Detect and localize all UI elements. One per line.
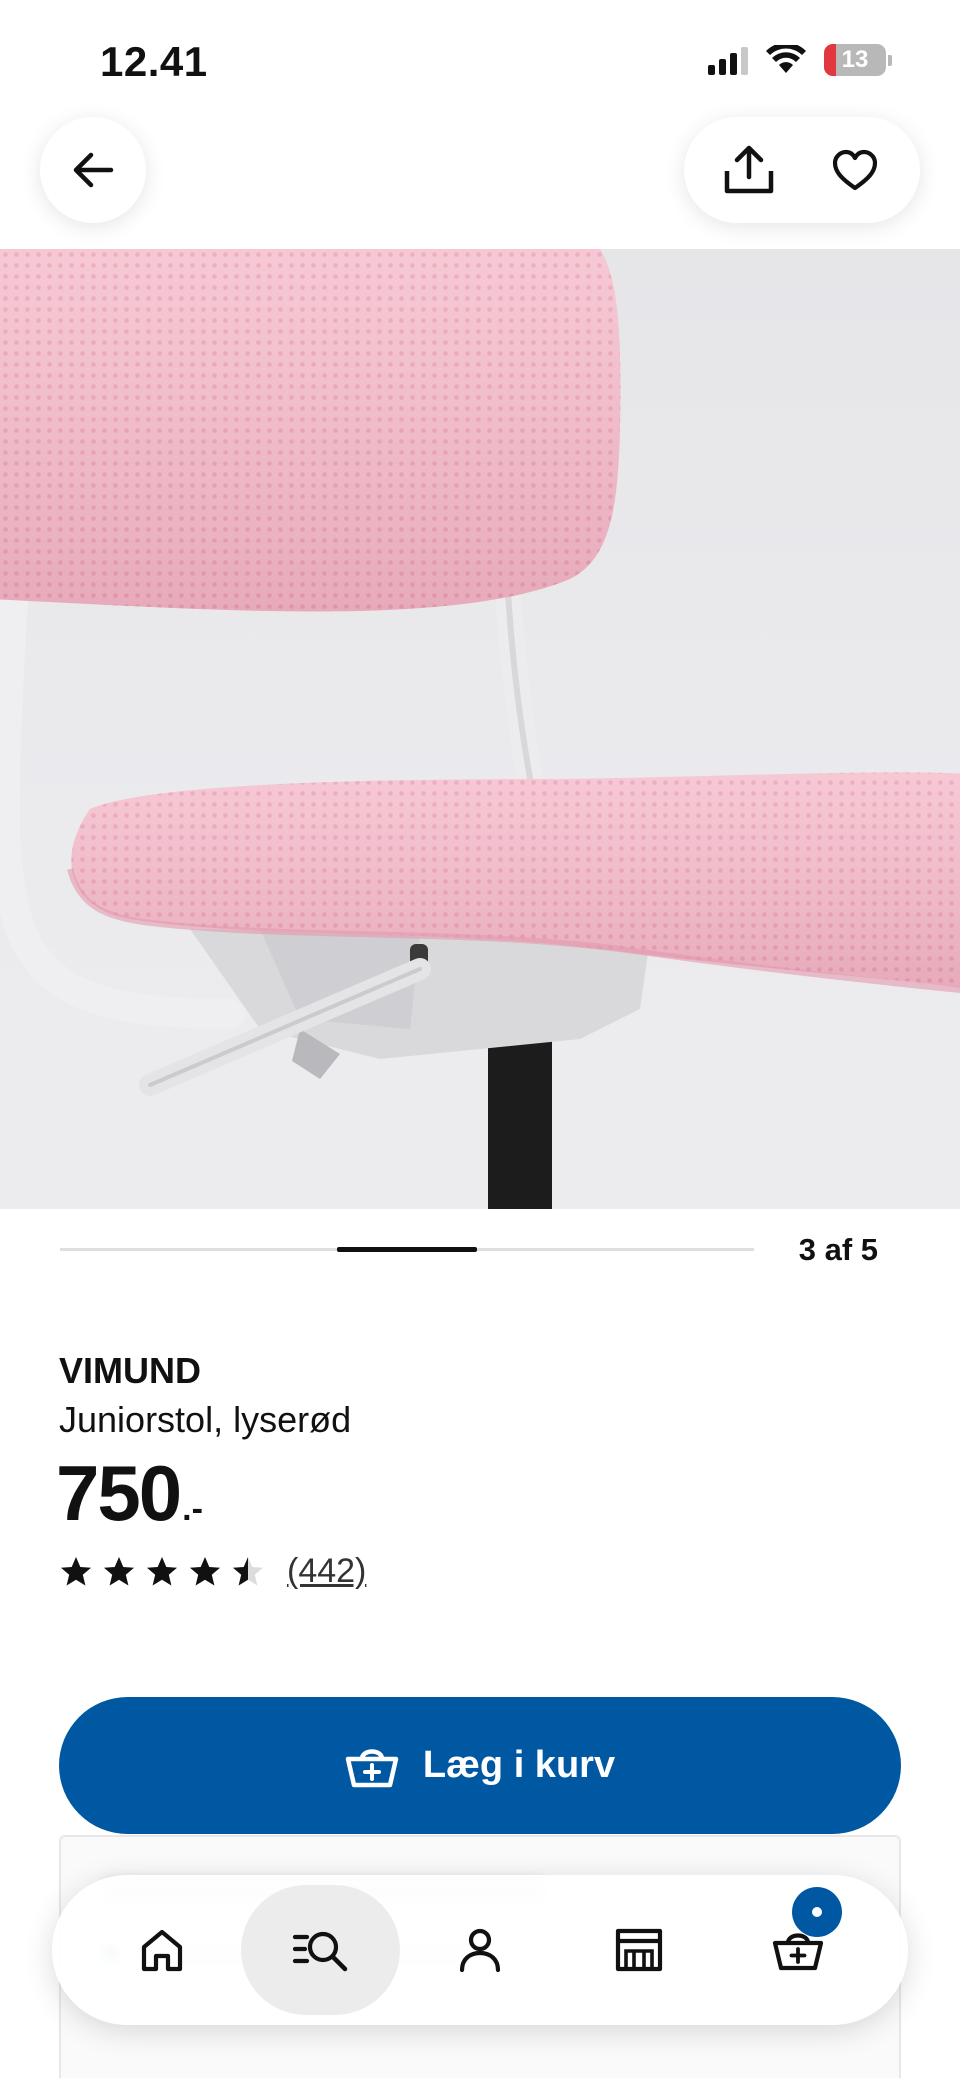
share-button[interactable]: [709, 130, 789, 210]
nav-cart[interactable]: [719, 1885, 878, 2015]
share-upload-icon: [724, 145, 774, 194]
nav-home[interactable]: [82, 1885, 241, 2015]
product-rating[interactable]: (442): [59, 1552, 366, 1591]
star-full-icon: [190, 1556, 220, 1585]
store-icon: [616, 1928, 663, 1972]
status-bar: 12.41 13: [0, 0, 960, 120]
arrow-left-icon: [73, 152, 114, 188]
cart-badge: [792, 1887, 843, 1937]
home-icon: [141, 1929, 182, 1972]
wifi-icon: [766, 45, 806, 73]
nav-search[interactable]: [241, 1885, 401, 2015]
product-description: Juniorstol, lyserød: [59, 1399, 352, 1440]
price-integer: 750: [56, 1449, 182, 1537]
back-button[interactable]: [40, 117, 146, 223]
star-full-icon: [104, 1556, 134, 1585]
battery-level: 13: [841, 46, 869, 73]
favorite-button[interactable]: [815, 130, 895, 210]
status-icons: 13: [708, 44, 892, 76]
gallery-indicator: 3 af 5: [60, 1228, 900, 1272]
add-to-cart-button[interactable]: Læg i kurv: [59, 1697, 901, 1834]
gallery-progress-active: [337, 1247, 477, 1252]
rating-stars: [59, 1555, 265, 1589]
product-price: 750 .-: [56, 1448, 203, 1539]
battery-icon: 13: [824, 44, 892, 76]
profile-icon: [459, 1928, 501, 1973]
bottom-nav: [52, 1875, 908, 2025]
gallery-progress-track: [60, 1247, 754, 1252]
product-brand: VIMUND: [59, 1350, 201, 1391]
search-list-icon: [292, 1931, 348, 1972]
basket-plus-icon: [345, 1748, 399, 1787]
status-time: 12.41: [100, 38, 208, 85]
product-actions: [684, 117, 920, 223]
star-half-icon: [233, 1556, 263, 1585]
product-image[interactable]: [0, 249, 960, 1209]
star-full-icon: [61, 1556, 91, 1585]
nav-stores[interactable]: [560, 1885, 719, 2015]
star-full-icon: [147, 1556, 177, 1585]
add-to-cart-label: Læg i kurv: [422, 1744, 616, 1786]
cellular-signal-icon: [708, 45, 748, 75]
nav-profile[interactable]: [400, 1885, 559, 2015]
heart-outline-icon: [832, 149, 878, 191]
chair-illustration: [0, 249, 960, 1209]
review-count-link[interactable]: (442): [287, 1552, 366, 1591]
gallery-counter: 3 af 5: [798, 1232, 878, 1267]
price-suffix: .-: [182, 1490, 203, 1528]
